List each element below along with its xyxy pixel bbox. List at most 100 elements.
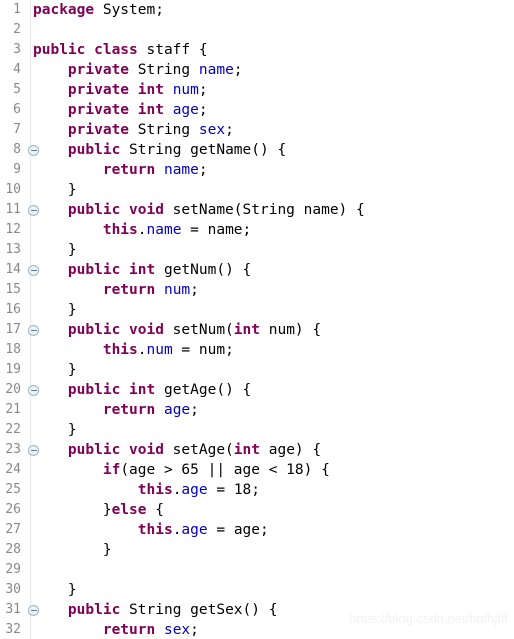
gutter-row[interactable]: 7 <box>0 120 30 140</box>
line-number: 23 <box>5 442 21 457</box>
code-line[interactable]: this.age = 18; <box>31 480 514 500</box>
gutter-row[interactable]: 18 <box>0 340 30 360</box>
gutter-row[interactable]: 9 <box>0 160 30 180</box>
code-line[interactable]: return sex; <box>31 620 514 639</box>
gutter-row[interactable]: 17 <box>0 320 39 340</box>
line-number: 7 <box>13 122 21 137</box>
code-line[interactable]: public void setAge(int age) { <box>31 440 514 460</box>
gutter-row[interactable]: 16 <box>0 300 30 320</box>
gutter-row[interactable]: 22 <box>0 420 30 440</box>
line-number: 2 <box>13 22 21 37</box>
code-token: } <box>33 182 77 198</box>
gutter-row[interactable]: 10 <box>0 180 30 200</box>
gutter-row[interactable]: 12 <box>0 220 30 240</box>
code-token: (age > 65 || age < 18) { <box>120 462 330 478</box>
code-line[interactable]: private int num; <box>31 80 514 100</box>
code-content-area[interactable]: package System; public class staff { priv… <box>31 0 514 639</box>
gutter-row[interactable]: 14 <box>0 260 39 280</box>
gutter-row[interactable]: 30 <box>0 580 30 600</box>
code-line[interactable]: } <box>31 300 514 320</box>
code-line[interactable]: public void setNum(int num) { <box>31 320 514 340</box>
code-line[interactable]: public String getSex() { <box>31 600 514 620</box>
gutter-row[interactable]: 6 <box>0 100 30 120</box>
code-token: name <box>146 222 182 238</box>
code-token: . <box>137 342 147 358</box>
code-token: = name; <box>181 222 252 238</box>
line-number: 18 <box>5 342 21 357</box>
code-line[interactable]: return num; <box>31 280 514 300</box>
code-line[interactable]: private String name; <box>31 60 514 80</box>
gutter-row[interactable]: 29 <box>0 560 30 580</box>
code-line[interactable]: } <box>31 420 514 440</box>
code-line[interactable]: } <box>31 240 514 260</box>
code-line[interactable]: this.age = age; <box>31 520 514 540</box>
gutter-row[interactable]: 24 <box>0 460 30 480</box>
gutter-row[interactable]: 20 <box>0 380 39 400</box>
line-number-gutter[interactable]: 1 2 3 4 5 6 7 8 9 10 11 12 13 14 15 16 17 18 19 20 21 22 23 24 2… <box>0 0 39 639</box>
line-number: 19 <box>5 362 21 377</box>
code-token: } <box>33 582 77 598</box>
code-line[interactable]: } <box>31 360 514 380</box>
gutter-row[interactable]: 21 <box>0 400 30 420</box>
code-line[interactable]: private int age; <box>31 100 514 120</box>
code-line[interactable]: this.num = num; <box>31 340 514 360</box>
code-line[interactable]: public int getNum() { <box>31 260 514 280</box>
code-line[interactable]: } <box>31 540 514 560</box>
gutter-row[interactable]: 19 <box>0 360 30 380</box>
gutter-row[interactable]: 32 <box>0 620 30 639</box>
code-line[interactable]: return name; <box>31 160 514 180</box>
code-token: this <box>137 482 173 498</box>
gutter-row[interactable]: 11 <box>0 200 39 220</box>
gutter-row[interactable]: 31 <box>0 600 39 620</box>
code-line[interactable]: public int getAge() { <box>31 380 514 400</box>
gutter-row[interactable]: 5 <box>0 80 30 100</box>
code-line[interactable]: return age; <box>31 400 514 420</box>
line-number: 9 <box>13 162 21 177</box>
code-token: num <box>172 82 199 98</box>
gutter-row[interactable]: 15 <box>0 280 30 300</box>
gutter-row[interactable]: 25 <box>0 480 30 500</box>
line-number: 16 <box>5 302 21 317</box>
code-line[interactable]: private String sex; <box>31 120 514 140</box>
code-token: num <box>163 282 191 298</box>
code-token: public void <box>67 202 164 218</box>
code-token: staff { <box>137 42 208 58</box>
code-token: ; <box>233 62 243 78</box>
code-editor[interactable]: 1 2 3 4 5 6 7 8 9 10 11 12 13 14 15 16 17 18 19 20 21 22 23 24 2… <box>0 0 514 639</box>
line-number: 1 <box>13 2 21 17</box>
gutter-row[interactable]: 8 <box>0 140 39 160</box>
gutter-row[interactable]: 28 <box>0 540 30 560</box>
gutter-row[interactable]: 4 <box>0 60 30 80</box>
gutter-row[interactable]: 3 <box>0 40 30 60</box>
code-line[interactable]: this.name = name; <box>31 220 514 240</box>
code-line[interactable]: if(age > 65 || age < 18) { <box>31 460 514 480</box>
code-line[interactable]: public void setName(String name) { <box>31 200 514 220</box>
gutter-row[interactable]: 23 <box>0 440 39 460</box>
code-line[interactable]: } <box>31 180 514 200</box>
code-token: package <box>33 2 95 18</box>
gutter-row[interactable]: 1 <box>0 0 30 20</box>
gutter-row[interactable]: 13 <box>0 240 30 260</box>
code-line[interactable] <box>31 560 514 580</box>
code-line[interactable]: package System; <box>31 0 514 20</box>
gutter-row[interactable]: 26 <box>0 500 30 520</box>
code-line[interactable]: public String getName() { <box>31 140 514 160</box>
code-token: if <box>102 462 121 478</box>
line-number: 30 <box>5 582 21 597</box>
code-line[interactable] <box>31 20 514 40</box>
gutter-row[interactable]: 27 <box>0 520 30 540</box>
code-line[interactable]: } <box>31 580 514 600</box>
code-token: } <box>33 422 77 438</box>
code-line[interactable]: }else { <box>31 500 514 520</box>
line-number: 14 <box>5 262 21 277</box>
line-number: 10 <box>5 182 21 197</box>
gutter-row[interactable]: 2 <box>0 20 30 40</box>
code-line[interactable]: public class staff { <box>31 40 514 60</box>
